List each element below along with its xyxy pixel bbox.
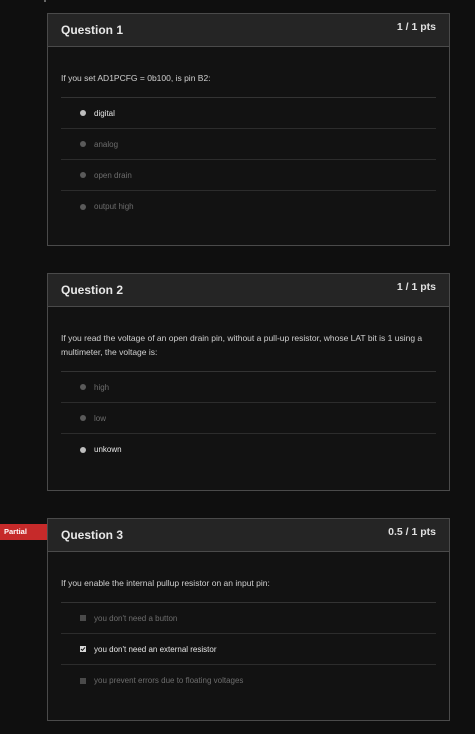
page-edge-mark xyxy=(44,0,46,2)
answer-option[interactable]: digital xyxy=(61,98,436,129)
question-header: Question 1 1 / 1 pts xyxy=(48,14,449,47)
radio-dot-icon[interactable] xyxy=(80,110,86,116)
question-points: 0.5 / 1 pts xyxy=(388,526,436,538)
answer-label: digital xyxy=(94,108,115,118)
checkbox-icon[interactable] xyxy=(80,615,86,621)
answer-label: open drain xyxy=(94,170,132,180)
answer-label: unkown xyxy=(94,445,122,454)
question-prompt: If you read the voltage of an open drain… xyxy=(61,307,436,372)
answer-option[interactable]: unkown xyxy=(61,434,436,465)
answer-label: analog xyxy=(94,139,119,149)
answer-option[interactable]: analog xyxy=(61,129,436,160)
answer-option[interactable]: output high xyxy=(61,191,436,222)
answer-option[interactable]: you don't need an external resistor xyxy=(61,634,436,665)
question-prompt: If you set AD1PCFG = 0b100, is pin B2: xyxy=(61,47,436,98)
radio-dot-icon[interactable] xyxy=(80,446,86,453)
answer-option[interactable]: high xyxy=(61,372,436,403)
checkbox-icon[interactable] xyxy=(80,646,86,652)
question-title: Question 1 xyxy=(61,23,124,37)
radio-dot-icon[interactable] xyxy=(80,172,86,178)
question-header: Question 2 1 / 1 pts xyxy=(48,274,449,307)
answer-option[interactable]: low xyxy=(61,403,436,434)
question-points: 1 / 1 pts xyxy=(396,281,436,293)
answer-label: you don't need a button xyxy=(94,613,178,623)
answer-label: you prevent errors due to floating volta… xyxy=(94,676,244,685)
answer-label: high xyxy=(94,382,110,392)
checkbox-icon[interactable] xyxy=(80,677,86,684)
checkmark-icon xyxy=(80,647,86,652)
question-title: Question 3 xyxy=(61,528,124,542)
radio-dot-icon[interactable] xyxy=(80,415,86,421)
question-card-3: Question 3 0.5 / 1 pts If you enable the… xyxy=(47,518,450,721)
question-card-1: Question 1 1 / 1 pts If you set AD1PCFG … xyxy=(47,13,450,246)
radio-dot-icon[interactable] xyxy=(80,384,86,390)
answer-option[interactable]: open drain xyxy=(61,160,436,191)
answer-label: low xyxy=(94,413,107,423)
answer-list: high low unkown xyxy=(61,372,436,465)
answer-option[interactable]: you prevent errors due to floating volta… xyxy=(61,665,436,696)
radio-dot-icon[interactable] xyxy=(80,203,86,210)
question-card-2: Question 2 1 / 1 pts If you read the vol… xyxy=(47,273,450,491)
radio-dot-icon[interactable] xyxy=(80,141,86,147)
answer-option[interactable]: you don't need a button xyxy=(61,603,436,634)
question-points: 1 / 1 pts xyxy=(396,21,436,33)
question-header: Question 3 0.5 / 1 pts xyxy=(48,519,449,552)
answer-label: output high xyxy=(94,202,134,211)
question-title: Question 2 xyxy=(61,283,124,297)
answer-list: you don't need a button you don't need a… xyxy=(61,603,436,696)
answer-list: digital analog open drain output high xyxy=(61,98,436,222)
question-prompt: If you enable the internal pullup resist… xyxy=(61,552,436,603)
answer-label: you don't need an external resistor xyxy=(94,644,217,654)
